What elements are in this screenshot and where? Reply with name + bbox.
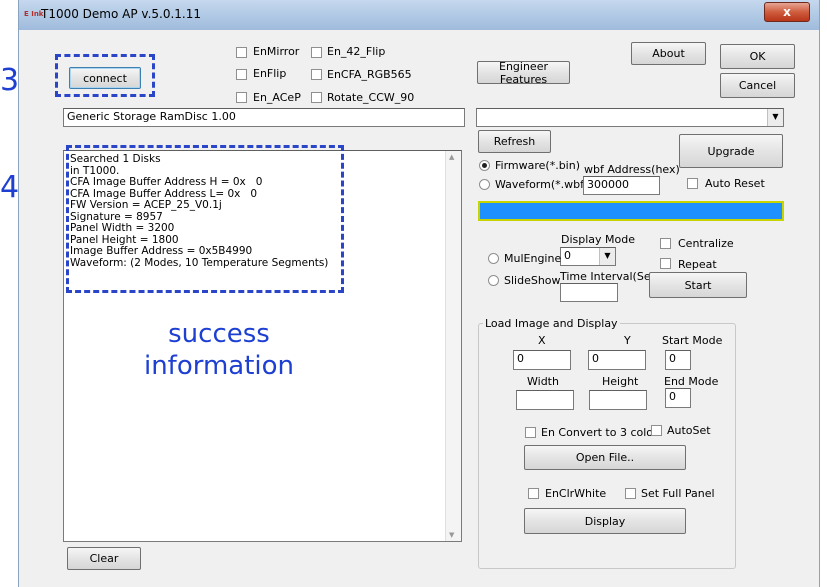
- set-full-panel-checkbox[interactable]: [625, 488, 636, 499]
- en-42-flip-checkbox[interactable]: [311, 47, 322, 58]
- slideshow-radio[interactable]: [488, 275, 499, 286]
- app-window: E Ink T1000 Demo AP v.5.0.1.11 x connect…: [18, 0, 820, 587]
- set-full-panel-label: Set Full Panel: [641, 487, 715, 500]
- open-file-button[interactable]: Open File..: [524, 445, 686, 470]
- y-label: Y: [624, 334, 631, 347]
- en-convert-label: En Convert to 3 color: [541, 426, 658, 439]
- wbf-address-input[interactable]: 300000: [583, 176, 660, 195]
- autoset-label: AutoSet: [667, 424, 711, 437]
- start-button[interactable]: Start: [649, 272, 747, 298]
- title-bar: E Ink T1000 Demo AP v.5.0.1.11 x: [19, 0, 819, 30]
- en-cfa-rgb565-checkbox[interactable]: [311, 69, 322, 80]
- centralize-checkbox[interactable]: [660, 238, 671, 249]
- rotate-ccw-90-checkbox[interactable]: [311, 92, 322, 103]
- window-title: T1000 Demo AP v.5.0.1.11: [41, 7, 202, 21]
- client-area: connect EnMirror En_42_Flip EnFlip EnCFA…: [19, 30, 819, 587]
- repeat-label: Repeat: [678, 258, 717, 271]
- close-icon: x: [783, 5, 791, 19]
- x-input[interactable]: 0: [513, 350, 571, 370]
- en-cfa-rgb565-label: EnCFA_RGB565: [327, 68, 412, 81]
- display-mode-chevron-icon[interactable]: ▼: [599, 248, 615, 265]
- width-label: Width: [527, 375, 559, 388]
- cancel-button[interactable]: Cancel: [720, 73, 795, 98]
- disk-select[interactable]: Generic Storage RamDisc 1.00: [63, 108, 465, 127]
- start-mode-input[interactable]: 0: [665, 350, 691, 370]
- mul-engine-radio[interactable]: [488, 253, 499, 264]
- upgrade-progress-bar: [478, 201, 784, 221]
- scroll-down-icon[interactable]: ▼: [449, 531, 454, 539]
- firmware-label: Firmware(*.bin): [495, 159, 581, 172]
- chevron-down-icon[interactable]: ▼: [767, 109, 783, 126]
- refresh-button[interactable]: Refresh: [478, 130, 551, 153]
- waveform-radio[interactable]: [479, 179, 490, 190]
- ok-button[interactable]: OK: [720, 44, 795, 69]
- time-interval-input[interactable]: [560, 283, 618, 302]
- right-select[interactable]: [476, 108, 784, 127]
- en-flip-checkbox[interactable]: [236, 69, 247, 80]
- waveform-label: Waveform(*.wbf): [495, 178, 589, 191]
- clear-button[interactable]: Clear: [67, 547, 141, 570]
- slideshow-label: SlideShow: [504, 274, 561, 287]
- width-input[interactable]: [516, 390, 574, 410]
- height-input[interactable]: [589, 390, 647, 410]
- en-acep-checkbox[interactable]: [236, 92, 247, 103]
- start-mode-label: Start Mode: [662, 334, 723, 347]
- success-line-2: information: [143, 351, 295, 381]
- rotate-ccw-90-label: Rotate_CCW_90: [327, 91, 415, 104]
- about-button[interactable]: About: [631, 42, 706, 65]
- en-mirror-label: EnMirror: [253, 45, 300, 58]
- upgrade-progress-fill: [480, 203, 782, 219]
- en-42-flip-label: En_42_Flip: [327, 45, 386, 58]
- success-info-annotation: success information: [124, 318, 314, 382]
- autoset-checkbox[interactable]: [651, 425, 662, 436]
- centralize-label: Centralize: [678, 237, 734, 250]
- display-mode-label: Display Mode: [561, 233, 636, 246]
- success-line-1: success: [168, 319, 270, 349]
- y-input[interactable]: 0: [588, 350, 646, 370]
- auto-reset-label: Auto Reset: [705, 177, 765, 190]
- load-image-group-title: Load Image and Display: [483, 317, 620, 330]
- upgrade-button[interactable]: Upgrade: [679, 134, 783, 168]
- connect-button[interactable]: connect: [69, 67, 141, 89]
- scroll-up-icon[interactable]: ▲: [449, 153, 454, 161]
- end-mode-input[interactable]: 0: [665, 388, 691, 408]
- display-button[interactable]: Display: [524, 508, 686, 534]
- end-mode-label: End Mode: [664, 375, 719, 388]
- log-highlight-box: [66, 145, 344, 293]
- mul-engine-label: MulEngine: [504, 252, 562, 265]
- wbf-address-label: wbf Address(hex): [584, 163, 680, 176]
- en-mirror-checkbox[interactable]: [236, 47, 247, 58]
- height-label: Height: [602, 375, 639, 388]
- en-convert-checkbox[interactable]: [525, 427, 536, 438]
- repeat-checkbox[interactable]: [660, 258, 671, 269]
- en-acep-label: En_ACeP: [253, 91, 301, 104]
- en-flip-label: EnFlip: [253, 67, 287, 80]
- x-label: X: [538, 334, 546, 347]
- firmware-radio[interactable]: [479, 160, 490, 171]
- auto-reset-checkbox[interactable]: [687, 178, 698, 189]
- close-button[interactable]: x: [764, 2, 810, 22]
- engineer-features-button[interactable]: Engineer Features: [477, 60, 570, 86]
- en-clr-white-label: EnClrWhite: [545, 487, 607, 500]
- en-clr-white-checkbox[interactable]: [528, 488, 539, 499]
- log-scrollbar[interactable]: ▲ ▼: [445, 151, 461, 541]
